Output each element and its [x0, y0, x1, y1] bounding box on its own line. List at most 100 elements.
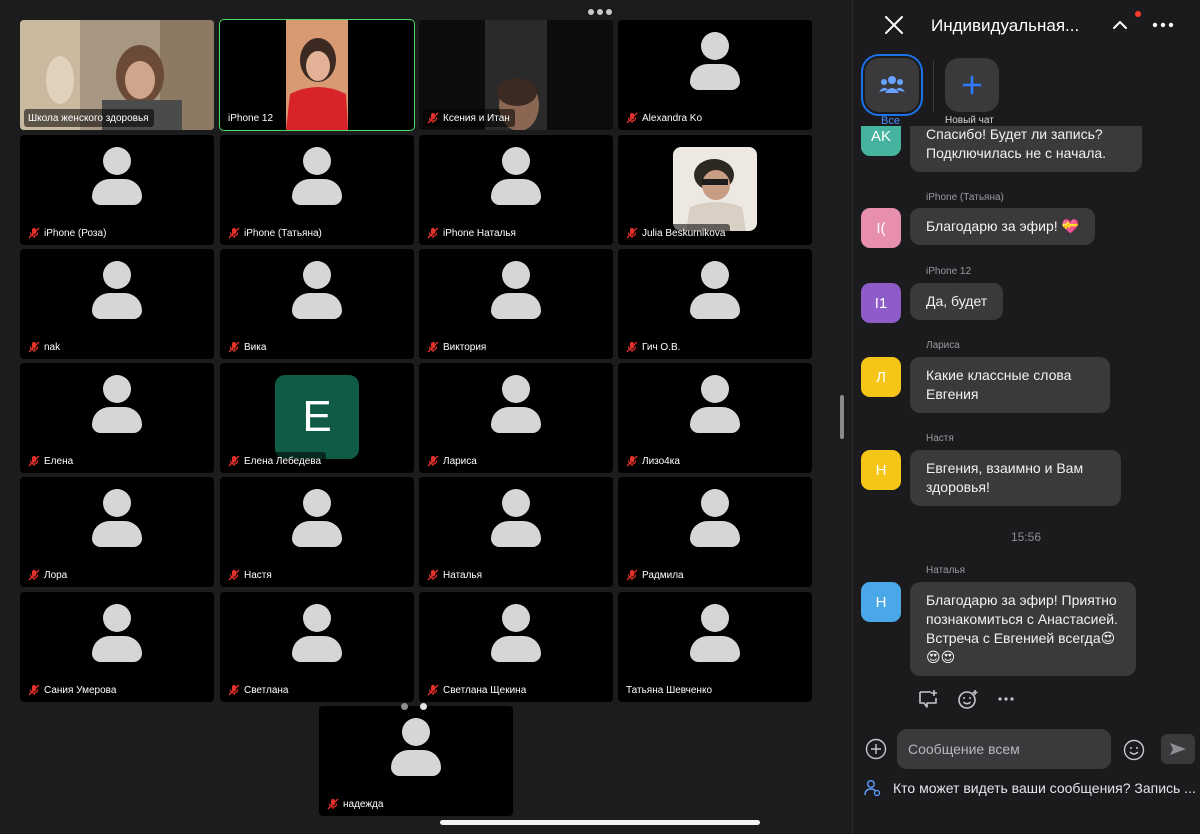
chevron-up-icon[interactable] — [1111, 16, 1129, 34]
participant-name: Радмила — [642, 569, 684, 581]
notification-dot — [1135, 11, 1141, 17]
participant-name-tag: iPhone Наталья — [423, 224, 521, 242]
message-composer — [853, 726, 1200, 772]
participant-tile[interactable]: Лора — [20, 477, 214, 587]
filter-divider — [933, 60, 934, 112]
muted-mic-icon — [427, 569, 439, 581]
participant-name: iPhone Наталья — [443, 227, 516, 239]
muted-mic-icon — [626, 455, 638, 467]
message-bubble[interactable]: Благодарю за эфир! Приятно познакомиться… — [910, 582, 1136, 676]
emoji-icon[interactable] — [1123, 739, 1145, 761]
participant-name-tag: Наталья — [423, 566, 488, 584]
muted-mic-icon — [228, 569, 240, 581]
chat-panel: Индивидуальная... Все Новый чат AK Спаси… — [852, 0, 1200, 834]
message-sender: Лариса — [926, 340, 960, 351]
message-bubble[interactable]: Спасибо! Будет ли запись? Подключилась н… — [910, 126, 1142, 172]
participant-initial-avatar: E — [275, 375, 359, 459]
participant-name-tag: Светлана Щекина — [423, 681, 532, 699]
add-reaction-icon[interactable] — [957, 689, 979, 709]
muted-mic-icon — [427, 341, 439, 353]
muted-mic-icon — [28, 684, 40, 696]
send-button[interactable] — [1161, 734, 1195, 764]
participant-name: Елена — [44, 455, 74, 467]
message-bubble[interactable]: Евгения, взаимно и Вам здоровья! — [910, 450, 1121, 506]
participant-name: iPhone (Роза) — [44, 227, 107, 239]
participant-name-tag: Светлана — [224, 681, 294, 699]
video-gallery: Школа женского здоровья iPhone 12 Ксения и… — [0, 0, 852, 834]
participant-name-tag: iPhone 12 — [224, 109, 279, 127]
message-bubble[interactable]: Да, будет — [910, 283, 1004, 320]
participant-avatar-icon — [690, 261, 740, 319]
participant-tile[interactable]: Вика — [220, 249, 414, 359]
muted-mic-icon — [626, 227, 638, 239]
chat-title[interactable]: Индивидуальная... — [931, 16, 1091, 36]
participant-tile[interactable]: Наталья — [419, 477, 613, 587]
participant-tile[interactable]: Ксения и Итан — [419, 20, 613, 130]
participant-name: Лизо4ка — [642, 455, 680, 467]
message-input[interactable] — [897, 729, 1111, 769]
participant-name-tag: Лизо4ка — [622, 452, 685, 470]
participant-name-tag: Елена Лебедева — [224, 452, 327, 470]
gallery-drag-handle[interactable] — [588, 9, 612, 15]
muted-mic-icon — [28, 455, 40, 467]
participant-avatar-icon — [491, 147, 541, 205]
participant-tile[interactable]: iPhone 12 — [219, 19, 415, 131]
participant-name-tag: Елена — [24, 452, 79, 470]
muted-mic-icon — [427, 112, 439, 124]
participant-name-tag: Гич О.В. — [622, 338, 686, 356]
participant-tile[interactable]: Татьяна Шевченко — [618, 592, 812, 702]
person-visibility-icon — [864, 780, 881, 797]
participant-tile[interactable]: надежда — [319, 706, 513, 816]
participant-name-tag: Alexandra Ko — [622, 109, 708, 127]
participant-tile[interactable]: iPhone (Роза) — [20, 135, 214, 245]
participant-avatar-icon — [391, 718, 441, 776]
participant-name: надежда — [343, 798, 384, 810]
split-view-handle[interactable] — [840, 395, 844, 439]
new-chat-button[interactable] — [945, 58, 999, 112]
chat-header: Индивидуальная... — [853, 0, 1200, 52]
participant-name-tag: Виктория — [423, 338, 492, 356]
visibility-note[interactable]: Кто может видеть ваши сообщения? Запись … — [863, 778, 1197, 798]
participant-tile[interactable]: Школа женского здоровья — [20, 20, 214, 130]
plus-icon — [962, 75, 982, 95]
chat-filter-row: Все Новый чат — [853, 54, 1200, 127]
message-bubble[interactable]: Благодарю за эфир! 💝 — [910, 208, 1095, 245]
message-more-icon[interactable] — [997, 696, 1015, 702]
participant-tile[interactable]: Гич О.В. — [618, 249, 812, 359]
page-dot-1[interactable] — [401, 703, 408, 710]
participant-name: Наталья — [443, 569, 483, 581]
participant-tile[interactable]: Alexandra Ko — [618, 20, 812, 130]
close-icon[interactable] — [883, 14, 905, 36]
participant-tile[interactable]: iPhone (Татьяна) — [220, 135, 414, 245]
participant-avatar-icon — [491, 261, 541, 319]
participant-tile[interactable]: Julia Beskurnikova — [618, 135, 812, 245]
filter-all-button[interactable] — [861, 54, 923, 116]
participant-name: Julia Beskurnikova — [642, 227, 726, 239]
plus-circle-icon[interactable] — [865, 738, 887, 760]
participant-tile[interactable]: Виктория — [419, 249, 613, 359]
muted-mic-icon — [28, 569, 40, 581]
participant-avatar-icon — [292, 489, 342, 547]
participant-tile[interactable]: Светлана Щекина — [419, 592, 613, 702]
participant-avatar-icon — [92, 489, 142, 547]
participant-name: Школа женского здоровья — [28, 112, 149, 124]
participant-tile[interactable]: Лизо4ка — [618, 363, 812, 473]
participant-tile[interactable]: nak — [20, 249, 214, 359]
page-dot-2[interactable] — [420, 703, 427, 710]
message-list[interactable]: AK Спасибо! Будет ли запись? Подключилас… — [853, 126, 1200, 716]
page-indicator[interactable] — [401, 703, 431, 711]
more-options-icon[interactable] — [1151, 16, 1175, 34]
participant-tile[interactable]: Светлана — [220, 592, 414, 702]
participant-tile[interactable]: Лариса — [419, 363, 613, 473]
reply-icon[interactable] — [917, 689, 939, 709]
participant-name-tag: iPhone (Роза) — [24, 224, 112, 242]
message-bubble[interactable]: Какие классные слова Евгения — [910, 357, 1110, 413]
participant-tile[interactable]: Сания Умерова — [20, 592, 214, 702]
participant-tile[interactable]: E Елена Лебедева — [220, 363, 414, 473]
participant-tile[interactable]: Елена — [20, 363, 214, 473]
participant-avatar-icon — [292, 261, 342, 319]
home-indicator[interactable] — [440, 820, 760, 825]
participant-tile[interactable]: Радмила — [618, 477, 812, 587]
participant-tile[interactable]: iPhone Наталья — [419, 135, 613, 245]
participant-tile[interactable]: Настя — [220, 477, 414, 587]
